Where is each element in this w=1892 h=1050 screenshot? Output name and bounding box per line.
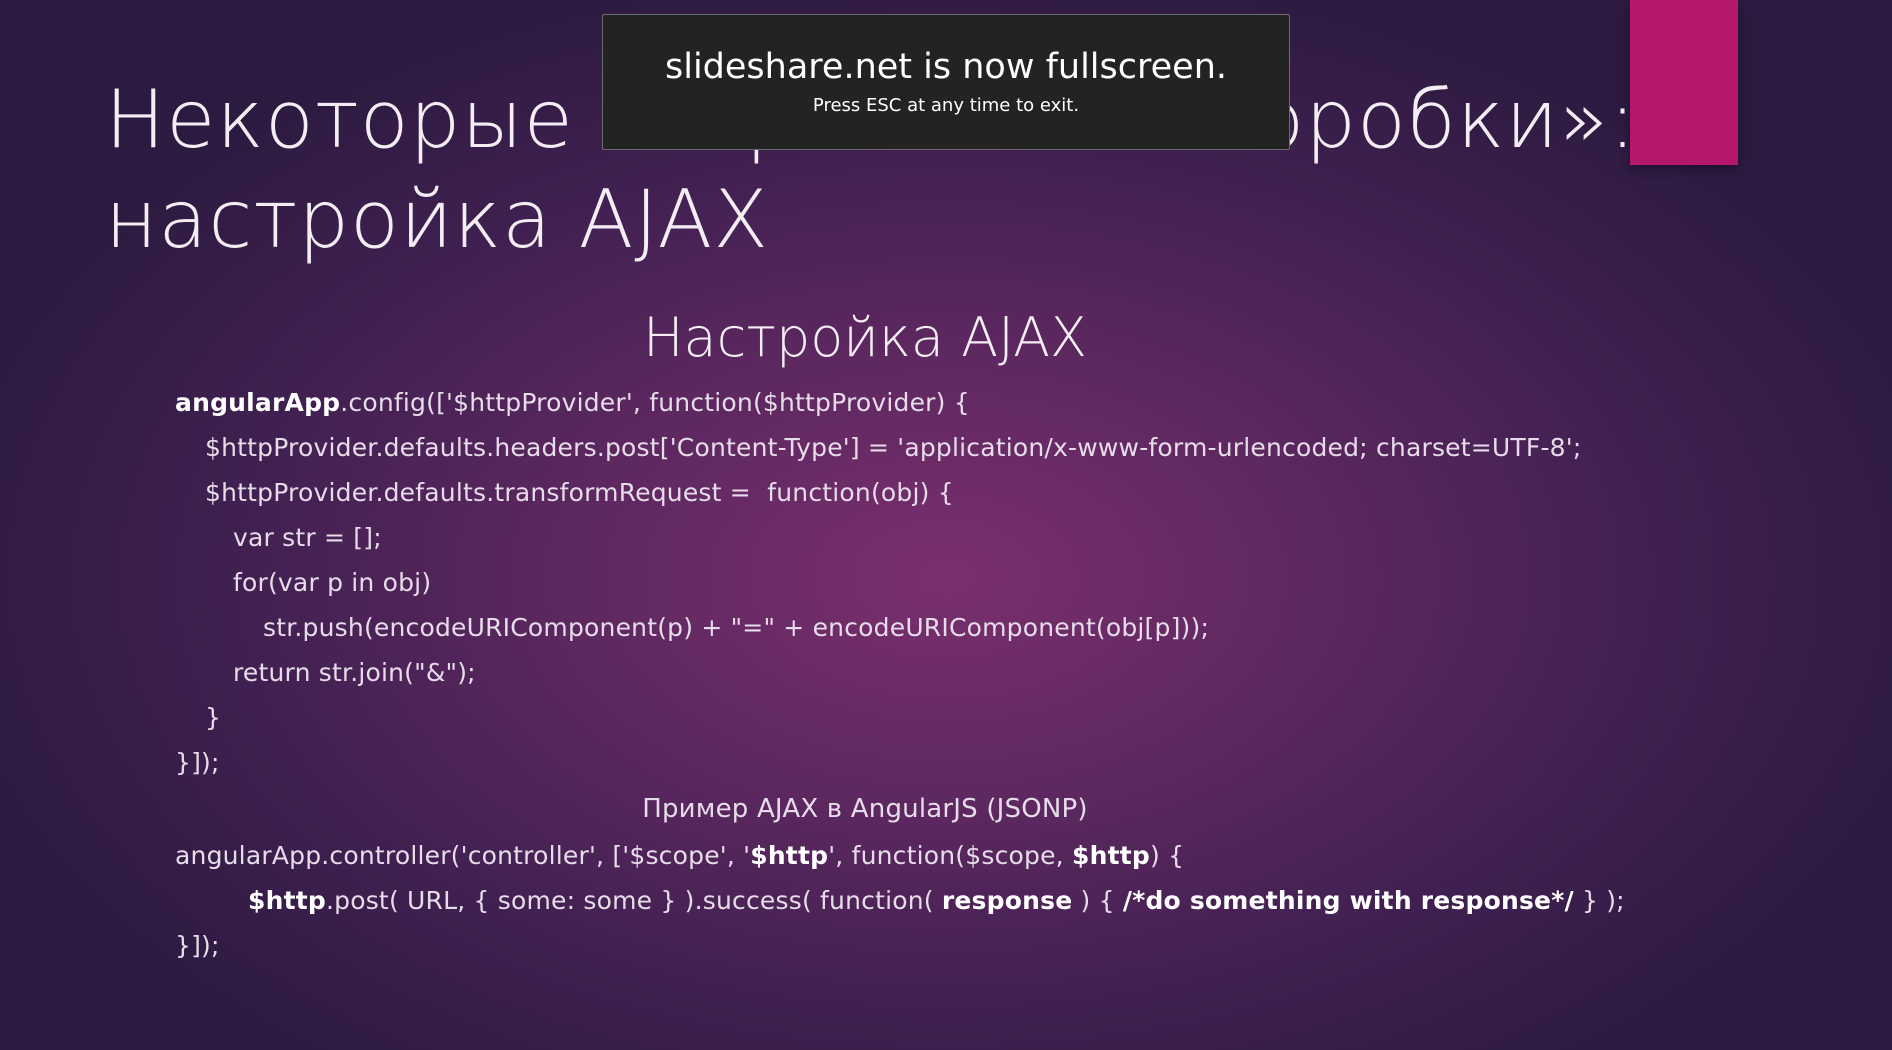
- code-block: angularApp.config(['$httpProvider', func…: [175, 380, 1735, 968]
- code-text: ) {: [1072, 886, 1123, 915]
- fullscreen-notice-title: slideshare.net is now fullscreen.: [665, 47, 1227, 87]
- code-comment: /*do something with response*/: [1122, 886, 1574, 915]
- code-line-1: angularApp.config(['$httpProvider', func…: [175, 380, 1735, 425]
- code-line-3: $httpProvider.defaults.transformRequest …: [205, 478, 954, 507]
- code-line-11: $http.post( URL, { some: some } ).succes…: [175, 878, 1735, 923]
- code-keyword: $http: [750, 841, 829, 870]
- code-text: ) {: [1149, 841, 1185, 870]
- code-keyword: angularApp: [175, 388, 341, 417]
- code-subheading: Пример AJAX в AngularJS (JSONP): [642, 794, 1088, 824]
- code-text: angularApp.controller('controller', ['$s…: [175, 841, 751, 870]
- code-text: .config(['$httpProvider', function($http…: [340, 388, 970, 417]
- slide: Некоторые «сервисы «из коробки»: настрой…: [0, 0, 1892, 1050]
- content-heading: Настройка AJAX: [642, 306, 1088, 369]
- fullscreen-notice-subtitle: Press ESC at any time to exit.: [812, 95, 1080, 116]
- code-line-12: }]);: [175, 931, 220, 960]
- code-line-4: var str = [];: [233, 523, 382, 552]
- code-line-9: }]);: [175, 748, 220, 777]
- slide-title-line-2: настройка AJAX: [105, 173, 770, 266]
- code-line-8: }: [205, 703, 222, 732]
- code-keyword: $http: [1071, 841, 1150, 870]
- code-keyword: $http: [248, 886, 326, 915]
- accent-bar: [1630, 0, 1738, 165]
- code-text: } );: [1573, 886, 1625, 915]
- code-line-7: return str.join("&");: [233, 658, 476, 687]
- code-line-5: for(var p in obj): [233, 568, 432, 597]
- code-line-10: angularApp.controller('controller', ['$s…: [175, 833, 1735, 878]
- code-line-2: $httpProvider.defaults.headers.post['Con…: [205, 433, 1582, 462]
- code-text: .post( URL, { some: some } ).success( fu…: [326, 886, 942, 915]
- code-keyword: response: [941, 886, 1073, 915]
- code-line-6: str.push(encodeURIComponent(p) + "=" + e…: [263, 613, 1210, 642]
- fullscreen-notice: slideshare.net is now fullscreen. Press …: [602, 14, 1290, 150]
- code-text: ', function($scope,: [828, 841, 1072, 870]
